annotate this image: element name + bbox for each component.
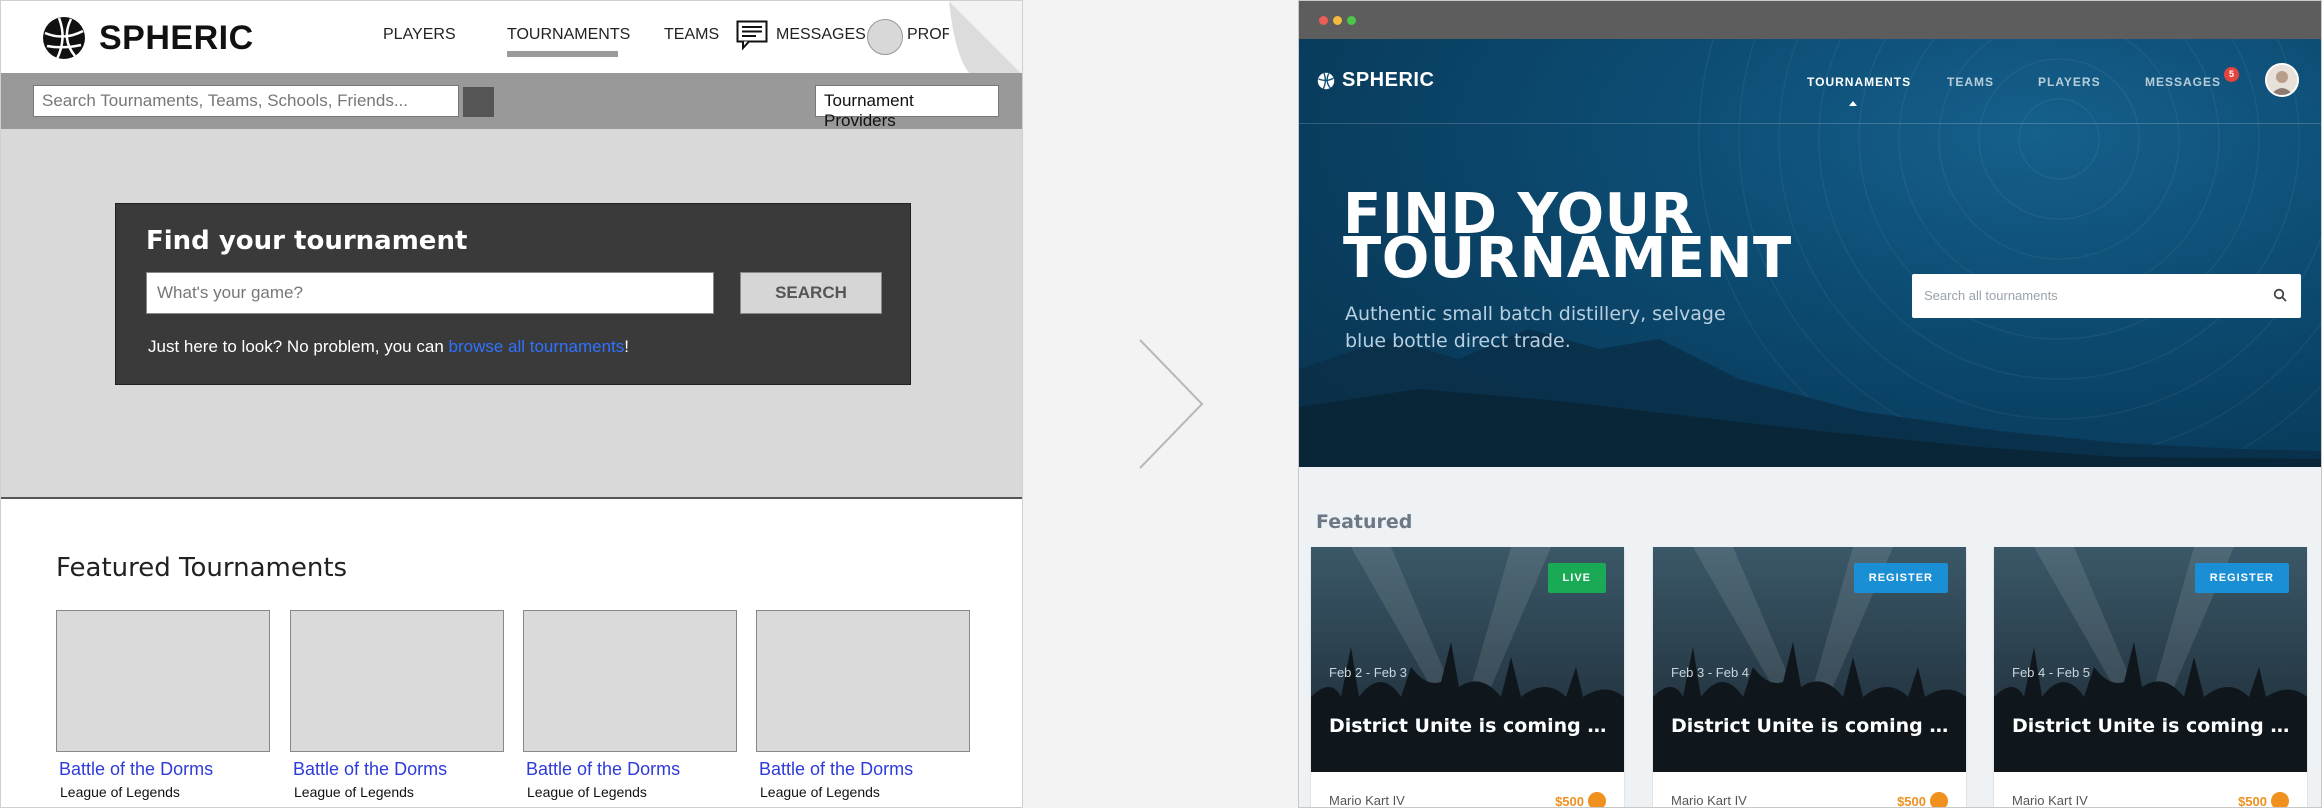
card-title[interactable]: District Unite is coming to your... <box>1329 715 1614 737</box>
nav-messages[interactable]: MESSAGES <box>776 26 866 44</box>
nav-messages[interactable]: MESSAGES <box>2145 75 2221 89</box>
card-concert-image: REGISTER Feb 3 - Feb 4 District Unite is… <box>1653 547 1966 772</box>
global-search-input[interactable]: Search Tournaments, Teams, Schools, Frie… <box>33 85 459 117</box>
card-game: Mario Kart IV <box>2012 793 2088 808</box>
card-title[interactable]: District Unite is coming to your... <box>1671 715 1956 737</box>
hero-title: FIND YOUR TOURNAMENT <box>1343 182 1792 291</box>
browse-all-link[interactable]: browse all tournaments <box>449 337 625 356</box>
nav-players[interactable]: PLAYERS <box>2038 75 2101 89</box>
profile-avatar[interactable] <box>867 19 903 55</box>
nav-players[interactable]: PLAYERS <box>383 26 456 44</box>
search-input-placeholder[interactable]: Search all tournaments <box>1924 288 2058 303</box>
card-image-placeholder <box>56 610 270 752</box>
minimize-window-dot[interactable] <box>1333 16 1342 25</box>
design-hero: SPHERIC TOURNAMENTS TEAMS PLAYERS MESSAG… <box>1299 39 2321 467</box>
prize-amount: $500 <box>1555 793 1584 808</box>
close-window-dot[interactable] <box>1319 16 1328 25</box>
card-game: League of Legends <box>760 784 880 800</box>
card-game: League of Legends <box>527 784 647 800</box>
chevron-right-icon <box>1139 339 1204 469</box>
featured-tournament-card[interactable]: REGISTER Feb 4 - Feb 5 District Unite is… <box>1994 547 2307 808</box>
card-title[interactable]: Battle of the Dorms <box>526 759 737 780</box>
prize-amount: $500 <box>1897 793 1926 808</box>
page-curl-corner <box>949 1 1022 77</box>
tournament-search-field[interactable]: Search all tournaments <box>1912 274 2301 318</box>
wireframe-search-bar: Search Tournaments, Teams, Schools, Frie… <box>1 73 1022 130</box>
card-title[interactable]: Battle of the Dorms <box>293 759 504 780</box>
trophy-icon <box>1588 792 1606 807</box>
logo-text: SPHERIC <box>1342 69 1435 91</box>
card-prize: $500 <box>1555 792 1606 808</box>
search-icon[interactable] <box>2273 288 2287 302</box>
messages-icon[interactable] <box>736 20 768 50</box>
wireframe-hero: Find your tournament What's your game? S… <box>1 129 1022 499</box>
card-concert-image: REGISTER Feb 4 - Feb 5 District Unite is… <box>1994 547 2307 772</box>
basketball-logo-icon <box>1317 72 1335 90</box>
browse-note: Just here to look? No problem, you can b… <box>148 337 629 357</box>
design-content: Featured LIVE Feb 2 - Feb 3 District Uni… <box>1299 467 2321 808</box>
game-search-input[interactable]: What's your game? <box>146 272 714 314</box>
tournament-card[interactable]: Battle of the Dorms League of Legends <box>756 610 970 800</box>
card-status-tag[interactable]: REGISTER <box>2194 563 2289 593</box>
nav-tournaments[interactable]: TOURNAMENTS <box>1807 75 1911 89</box>
card-game: League of Legends <box>294 784 414 800</box>
browse-note-suffix: ! <box>624 337 629 356</box>
prize-amount: $500 <box>2238 793 2267 808</box>
nav-teams[interactable]: TEAMS <box>664 26 719 44</box>
card-game: Mario Kart IV <box>1329 793 1405 808</box>
card-game: Mario Kart IV <box>1671 793 1747 808</box>
browser-chrome <box>1299 1 2321 39</box>
wireframe-panel: SPHERIC PLAYERS TOURNAMENTS TEAMS MESSAG… <box>0 0 1023 808</box>
profile-avatar[interactable] <box>2265 63 2299 97</box>
hero-title: Find your tournament <box>146 226 468 256</box>
trophy-icon <box>2271 792 2289 807</box>
tournament-card[interactable]: Battle of the Dorms League of Legends <box>56 610 270 800</box>
design-logo[interactable]: SPHERIC <box>1317 69 1434 92</box>
tournament-providers-button[interactable]: Tournament Providers <box>815 85 999 130</box>
basketball-logo-icon <box>43 17 85 60</box>
featured-title: Featured <box>1316 511 1413 533</box>
card-dates: Feb 4 - Feb 5 <box>2012 665 2091 680</box>
messages-count-badge: 5 <box>2224 67 2239 82</box>
active-nav-underline <box>507 51 618 57</box>
nav-divider <box>1299 123 2321 124</box>
tournament-card[interactable]: Battle of the Dorms League of Legends <box>290 610 504 800</box>
tournament-card[interactable]: Battle of the Dorms League of Legends <box>523 610 737 800</box>
card-title[interactable]: Battle of the Dorms <box>59 759 270 780</box>
maximize-window-dot[interactable] <box>1347 16 1356 25</box>
card-status-tag[interactable]: LIVE <box>1547 563 1606 593</box>
wireframe-logo[interactable]: SPHERIC <box>41 15 254 61</box>
browse-note-prefix: Just here to look? No problem, you can <box>148 337 449 356</box>
search-button[interactable]: SEARCH <box>740 272 882 314</box>
nav-tournaments[interactable]: TOURNAMENTS <box>507 26 630 44</box>
trophy-icon <box>1930 792 1948 807</box>
featured-tournaments-title: Featured Tournaments <box>56 553 348 583</box>
card-title[interactable]: District Unite is coming to your... <box>2012 715 2297 737</box>
card-image-placeholder <box>523 610 737 752</box>
card-image-placeholder <box>756 610 970 752</box>
card-dates: Feb 3 - Feb 4 <box>1671 665 1750 680</box>
card-dates: Feb 2 - Feb 3 <box>1329 665 1408 680</box>
featured-tournament-card[interactable]: REGISTER Feb 3 - Feb 4 District Unite is… <box>1653 547 1966 808</box>
card-image-placeholder <box>290 610 504 752</box>
card-prize: $500 <box>1897 792 1948 808</box>
featured-tournament-card[interactable]: LIVE Feb 2 - Feb 3 District Unite is com… <box>1311 547 1624 808</box>
logo-text: SPHERIC <box>99 18 254 57</box>
user-photo-icon <box>2267 65 2297 95</box>
hero-subtitle: Authentic small batch distillery, selvag… <box>1345 303 1726 352</box>
global-search-button[interactable] <box>463 87 494 117</box>
nav-teams[interactable]: TEAMS <box>1947 75 1994 89</box>
find-tournament-box: Find your tournament What's your game? S… <box>115 203 911 385</box>
card-status-tag[interactable]: REGISTER <box>1853 563 1948 593</box>
active-nav-caret <box>1849 101 1857 106</box>
design-browser-window: SPHERIC TOURNAMENTS TEAMS PLAYERS MESSAG… <box>1298 0 2322 808</box>
card-game: League of Legends <box>60 784 180 800</box>
wireframe-navbar: SPHERIC PLAYERS TOURNAMENTS TEAMS MESSAG… <box>1 1 1022 77</box>
comparison-canvas: SPHERIC PLAYERS TOURNAMENTS TEAMS MESSAG… <box>0 0 2322 808</box>
card-title[interactable]: Battle of the Dorms <box>759 759 970 780</box>
card-prize: $500 <box>2238 792 2289 808</box>
card-concert-image: LIVE Feb 2 - Feb 3 District Unite is com… <box>1311 547 1624 772</box>
